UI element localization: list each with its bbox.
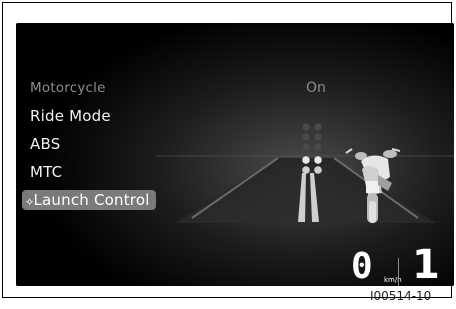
image-code: I00514-10 [370,289,432,303]
speed-readout: 0 [351,246,373,286]
readout-divider [398,258,399,286]
menu-item-ride-mode[interactable]: Ride Mode [30,107,111,125]
menu-item-launch-control[interactable]: ⟡Launch Control [22,190,156,210]
menu-item-abs[interactable]: ABS [30,135,60,153]
gear-indicator: 1 [412,242,440,286]
speed-unit: km/h [384,276,402,284]
status-value: On [306,80,326,96]
menu-item-label: Launch Control [33,191,150,209]
menu-item-motorcycle[interactable]: Motorcycle [30,80,106,96]
menu-item-mtc[interactable]: MTC [30,163,62,181]
launch-scene-illustration [16,23,454,286]
dashboard-display: Motorcycle Ride Mode ABS MTC ⟡Launch Con… [16,23,454,286]
